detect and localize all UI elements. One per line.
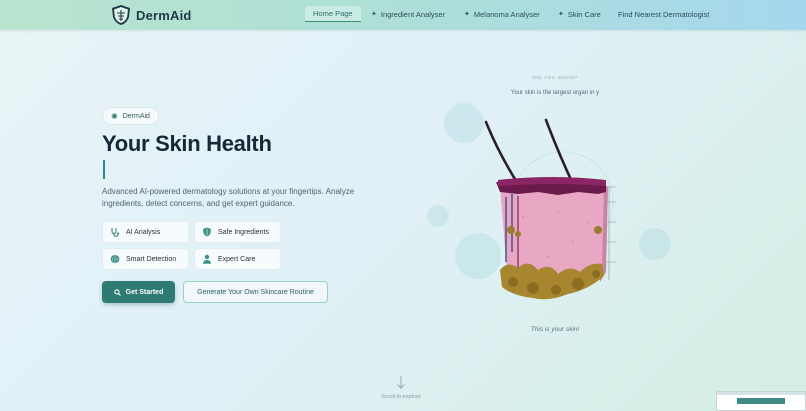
- preview-topbar: [717, 392, 805, 395]
- hero-title: Your Skin Health: [102, 131, 272, 156]
- shield-icon: [203, 227, 211, 237]
- brand-tag-label: DermAid: [122, 112, 150, 120]
- nav-ingredient-analyser[interactable]: ✦ Ingredient Analyser: [371, 6, 445, 22]
- sparkles-icon: ✦: [558, 11, 564, 18]
- page-preview-thumbnail[interactable]: [716, 391, 806, 411]
- nav-find-label: Find Nearest Dermatologist: [618, 9, 710, 19]
- feature-label: Safe Ingredients: [218, 228, 269, 236]
- skin-3d-model[interactable]: [478, 112, 628, 312]
- feature-label: AI Analysis: [126, 228, 161, 236]
- get-started-button[interactable]: Get Started: [102, 281, 175, 303]
- nav-skin-care[interactable]: ✦ Skin Care: [558, 6, 601, 22]
- skincare-routine-label: Generate Your Own Skincare Routine: [197, 288, 314, 296]
- feature-expert-care: Expert Care: [194, 248, 281, 270]
- scroll-hint: Scroll to explore: [381, 394, 421, 400]
- nav-home-label: Home Page: [313, 9, 353, 18]
- nav-skincare-label: Skin Care: [567, 9, 601, 19]
- stethoscope-icon: [111, 228, 119, 237]
- feature-smart-detection: Smart Detection: [102, 248, 189, 270]
- sparkles-icon: ✦: [371, 11, 377, 18]
- sparkles-icon: ✺: [111, 111, 118, 121]
- nav-home[interactable]: Home Page: [305, 6, 361, 22]
- feature-safe-ingredients: Safe Ingredients: [194, 221, 281, 243]
- decor-bubble: [427, 205, 449, 227]
- nav-melanoma-label: Melanoma Analyser: [473, 9, 540, 19]
- shield-logo-icon: [112, 5, 130, 25]
- did-you-know-fact: Your skin is the largest organ in y: [510, 90, 600, 96]
- nav-find-dermatologist[interactable]: Find Nearest Dermatologist: [618, 6, 709, 22]
- brand-tag: ✺ DermAid: [102, 107, 159, 125]
- nav-ingredient-label: Ingredient Analyser: [380, 9, 446, 19]
- arrow-down-icon: [397, 376, 405, 389]
- did-you-know-label: DID YOU KNOW?: [532, 76, 578, 81]
- navbar: DermAid Home Page ✦ Ingredient Analyser …: [0, 0, 806, 30]
- get-started-label: Get Started: [125, 288, 164, 296]
- brand-name: DermAid: [136, 7, 192, 23]
- nav-melanoma-analyser[interactable]: ✦ Melanoma Analyser: [464, 6, 540, 22]
- brand-logo[interactable]: DermAid: [110, 3, 192, 27]
- skin-caption: This is your skin!: [530, 326, 580, 333]
- feature-label: Smart Detection: [126, 255, 177, 263]
- typing-cursor: [103, 160, 105, 179]
- hero-description: Advanced AI-powered dermatology solution…: [102, 187, 355, 208]
- feature-ai-analysis: AI Analysis: [102, 221, 189, 243]
- brain-icon: [110, 255, 120, 263]
- preview-bar: [737, 398, 785, 404]
- user-icon: [203, 254, 211, 264]
- decor-bubble: [639, 228, 671, 260]
- search-icon: [113, 288, 121, 296]
- sparkles-icon: ✦: [464, 11, 470, 18]
- feature-label: Expert Care: [218, 255, 256, 263]
- skincare-routine-button[interactable]: Generate Your Own Skincare Routine: [183, 281, 328, 303]
